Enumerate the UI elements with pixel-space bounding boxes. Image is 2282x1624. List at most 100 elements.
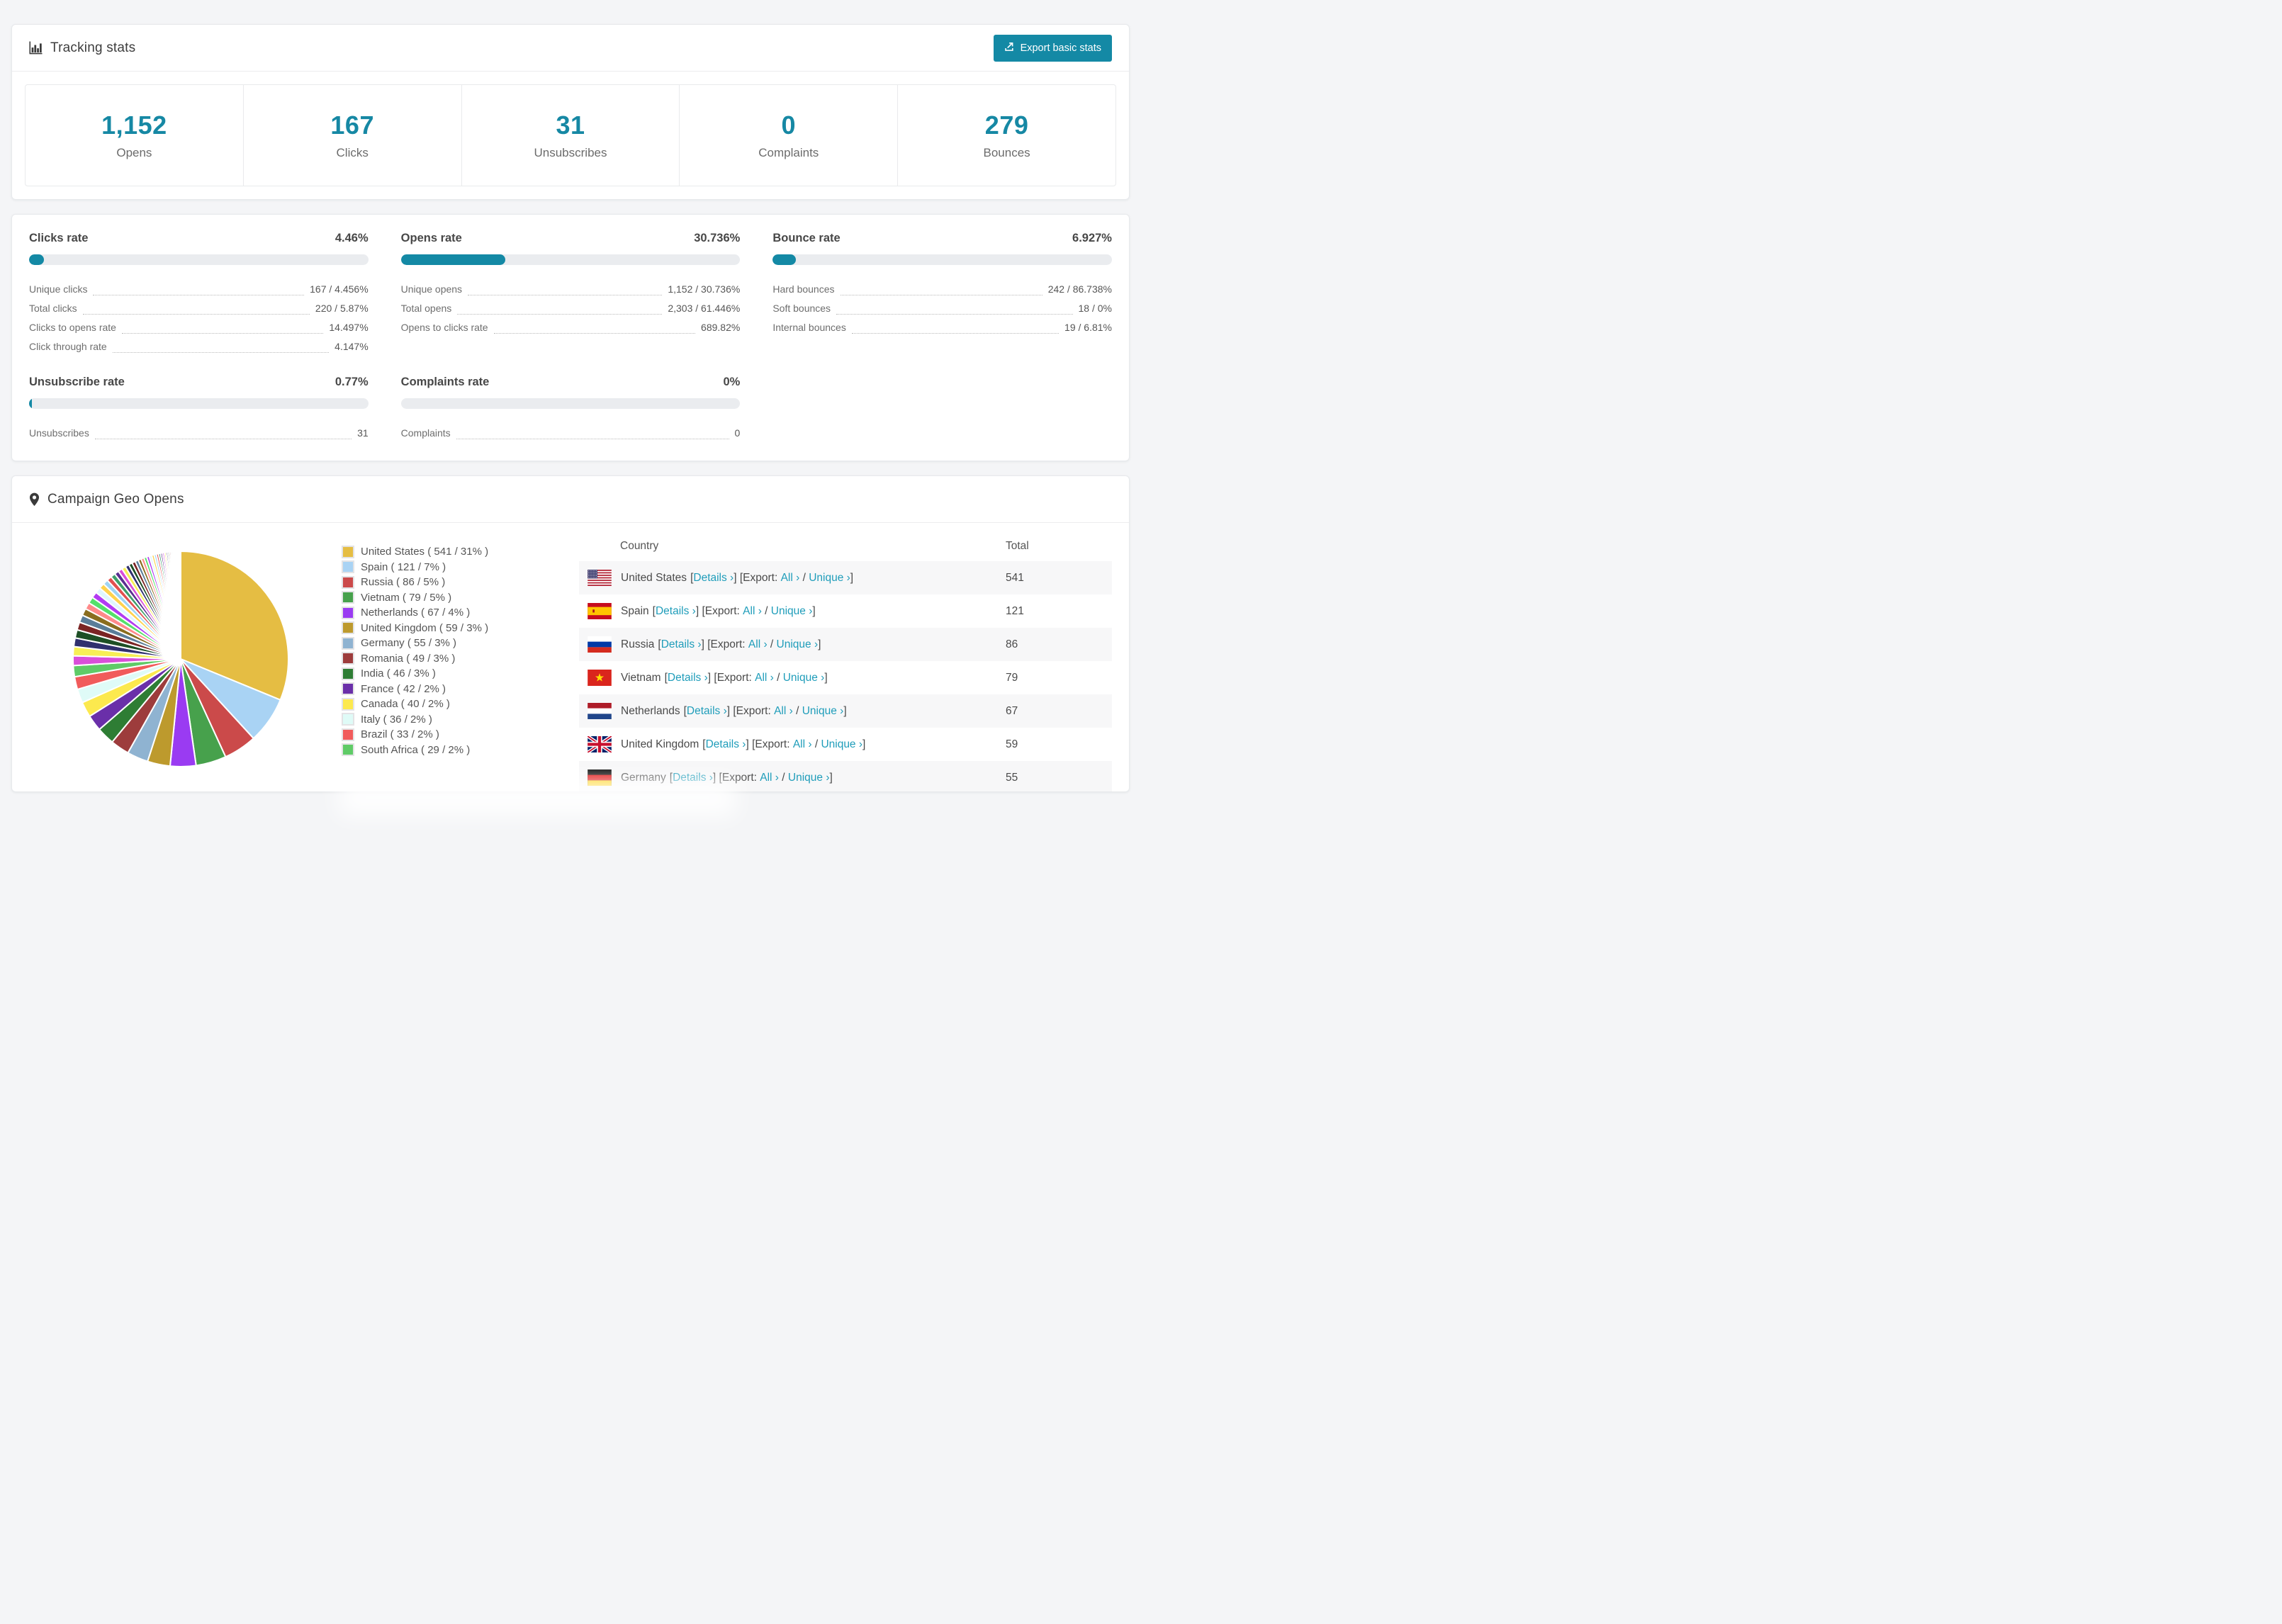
dotted-leader [493,326,696,334]
tracking-stats-header: Tracking stats Export basic stats [12,25,1129,72]
legend-label: United States ( 541 / 31% ) [361,546,489,558]
details-link[interactable]: Details › [668,672,708,684]
export-unique-link[interactable]: Unique › [809,572,850,585]
legend-label: Brazil ( 33 / 2% ) [361,728,439,741]
rate-title: Complaints rate [400,376,490,388]
pie-chart-wrap [21,531,341,791]
progress-bar [772,254,1112,265]
summary-stat-value: 1,152 [101,111,167,140]
legend-item-south-africa[interactable]: South Africa ( 29 / 2% ) [341,743,579,758]
legend-label: Germany ( 55 / 3% ) [361,637,457,650]
legend-swatch [343,607,353,618]
stat-row-label: Total opens [400,302,452,314]
legend-swatch [343,699,353,709]
legend-item-russia[interactable]: Russia ( 86 / 5% ) [341,575,579,590]
details-link[interactable]: Details › [693,572,734,585]
progress-fill [400,254,505,265]
stat-row-value: 220 / 5.87% [315,302,369,314]
details-link[interactable]: Details › [687,705,727,718]
table-row-netherlands: Netherlands[Details ›] [Export: All › / … [579,694,1112,728]
rate-block-bounce-rate: Bounce rate 6.927% Hard bounces 242 / 86.73… [772,232,1112,356]
legend-label: Russia ( 86 / 5% ) [361,576,446,589]
legend-label: Vietnam ( 79 / 5% ) [361,591,452,604]
dotted-leader [468,288,663,295]
tracking-stats-card: Tracking stats Export basic stats 1,152 O… [11,24,1130,200]
legend-label: Spain ( 121 / 7% ) [361,560,446,573]
legend-item-brazil[interactable]: Brazil ( 33 / 2% ) [341,727,579,743]
legend-item-spain[interactable]: Spain ( 121 / 7% ) [341,560,579,575]
legend-swatch [343,668,353,679]
column-header-country: Country [620,540,659,552]
export-all-link[interactable]: All › [774,705,793,718]
progress-bar [29,398,369,409]
legend-label: India ( 46 / 3% ) [361,667,436,680]
export-unique-link[interactable]: Unique › [802,705,844,718]
legend-swatch [343,638,353,648]
stat-row-label: Unique opens [400,283,463,295]
legend-item-romania[interactable]: Romania ( 49 / 3% ) [341,651,579,667]
details-link[interactable]: Details › [673,772,713,784]
export-unique-link[interactable]: Unique › [777,638,819,651]
legend-item-india[interactable]: India ( 46 / 3% ) [341,666,579,682]
legend-swatch [343,745,353,755]
stat-row-label: Unsubscribes [29,427,89,439]
legend-item-netherlands[interactable]: Netherlands ( 67 / 4% ) [341,605,579,621]
country-cell: Russia[Details ›] [Export: All › / Uniqu… [579,636,1006,653]
table-row-vietnam: Vietnam[Details ›] [Export: All › / Uniq… [579,661,1112,694]
rate-value: 4.46% [335,232,369,244]
geo-title-wrap: Campaign Geo Opens [29,492,184,507]
nl-flag-icon [588,703,612,719]
summary-stat-label: Opens [116,146,152,159]
stat-row-label: Internal bounces [772,321,846,333]
summary-stat-value: 167 [330,111,374,140]
export-basic-stats-button[interactable]: Export basic stats [993,34,1112,62]
ru-flag-icon [588,636,612,653]
export-unique-link[interactable]: Unique › [771,605,813,618]
country-cell: Netherlands[Details ›] [Export: All › / … [579,703,1006,719]
export-unique-link[interactable]: Unique › [783,672,825,684]
legend-item-france[interactable]: France ( 42 / 2% ) [341,682,579,697]
export-all-link[interactable]: All › [781,572,800,585]
pie-chart[interactable] [63,541,298,777]
legend-swatch [343,729,353,740]
export-all-link[interactable]: All › [793,738,812,751]
table-row-united-states: United States[Details ›] [Export: All › … [579,561,1112,594]
progress-fill [772,254,797,265]
summary-stat-value: 0 [781,111,797,140]
summary-stat-bounces: 279 Bounces [898,85,1115,186]
details-link[interactable]: Details › [656,605,696,618]
legend-swatch [343,714,353,725]
rate-block-unsubscribe-rate: Unsubscribe rate 0.77% Unsubscribes 31 [29,376,369,442]
column-header-total: Total [1006,540,1029,552]
stat-row-value: 167 / 4.456% [310,283,369,295]
legend-item-canada[interactable]: Canada ( 40 / 2% ) [341,697,579,712]
export-unique-link[interactable]: Unique › [821,738,862,751]
rate-value: 0.77% [335,376,369,388]
details-link[interactable]: Details › [706,738,746,751]
export-all-link[interactable]: All › [748,638,768,651]
stat-row-label: Unique clicks [29,283,88,295]
total-value: 59 [1006,738,1018,750]
export-unique-link[interactable]: Unique › [788,772,830,784]
legend-item-germany[interactable]: Germany ( 55 / 3% ) [341,636,579,651]
summary-stat-complaints: 0 Complaints [680,85,899,186]
export-all-link[interactable]: All › [755,672,774,684]
stat-row: Total opens 2,303 / 61.446% [400,298,740,317]
total-value: 79 [1006,671,1018,684]
stat-row-value: 19 / 6.81% [1064,321,1112,333]
tracking-stats-title: Tracking stats [29,40,135,56]
legend-item-united-states[interactable]: United States ( 541 / 31% ) [341,544,579,560]
total-value: 86 [1006,638,1018,650]
rate-value: 30.736% [694,232,741,244]
legend-item-united-kingdom[interactable]: United Kingdom ( 59 / 3% ) [341,621,579,636]
legend-item-italy[interactable]: Italy ( 36 / 2% ) [341,712,579,728]
legend-swatch [343,577,353,587]
stat-row: Unique opens 1,152 / 30.736% [400,279,740,298]
export-all-link[interactable]: All › [743,605,762,618]
stat-row-label: Total clicks [29,302,77,314]
geo-table-header: Country Total [579,531,1112,561]
export-all-link[interactable]: All › [760,772,779,784]
details-link[interactable]: Details › [661,638,702,651]
progress-bar [29,254,369,265]
legend-item-vietnam[interactable]: Vietnam ( 79 / 5% ) [341,590,579,606]
